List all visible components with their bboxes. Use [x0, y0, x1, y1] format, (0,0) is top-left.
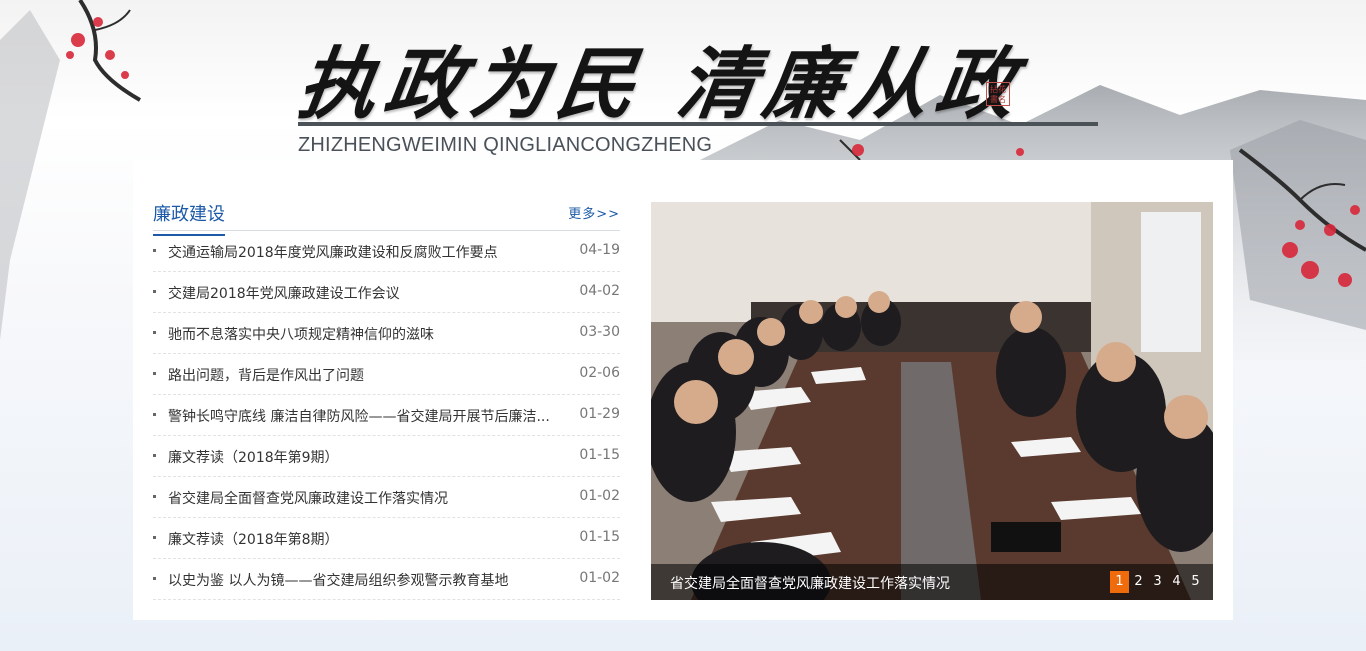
news-item-date: 01-15: [579, 447, 620, 463]
photo-slider[interactable]: 省交建局全面督查党风廉政建设工作落实情况 1 2 3 4 5: [651, 202, 1213, 600]
news-item-title[interactable]: 廉文荐读（2018年第9期）: [168, 447, 558, 467]
more-link[interactable]: 更多>>: [568, 203, 620, 222]
bullet-icon: [153, 372, 156, 375]
news-item-date: 04-02: [579, 283, 620, 299]
slider-caption[interactable]: 省交建局全面督查党风廉政建设工作落实情况: [670, 573, 950, 593]
news-header: 廉政建设 更多>>: [153, 188, 620, 236]
list-item[interactable]: 警钟长鸣守底线 廉洁自律防风险——省交建局开展节后廉洁... 01-29: [153, 395, 620, 436]
news-item-date: 01-15: [579, 529, 620, 545]
header-divider: [298, 122, 1098, 126]
list-item[interactable]: 路出问题，背后是作风出了问题 02-06: [153, 354, 620, 395]
slogan-pinyin: ZHIZHENGWEIMIN QINGLIANCONGZHENG: [298, 134, 713, 156]
news-item-title[interactable]: 廉文荐读（2018年第8期）: [168, 529, 558, 549]
news-item-title[interactable]: 交建局2018年党风廉政建设工作会议: [168, 283, 558, 303]
slider-page-1[interactable]: 1: [1110, 571, 1129, 593]
bullet-icon: [153, 454, 156, 457]
seal-stamp: 拈花書名: [986, 82, 1010, 106]
list-item[interactable]: 驰而不息落实中央八项规定精神信仰的滋味 03-30: [153, 313, 620, 354]
slogan-calligraphy: 执政为民 清廉从政: [292, 39, 1029, 130]
slider-page-4[interactable]: 4: [1167, 571, 1186, 593]
bullet-icon: [153, 577, 156, 580]
list-item[interactable]: 廉文荐读（2018年第8期） 01-15: [153, 518, 620, 559]
slider-caption-bar: 省交建局全面督查党风廉政建设工作落实情况 1 2 3 4 5: [651, 564, 1213, 600]
slider-page-5[interactable]: 5: [1186, 571, 1205, 593]
slider-pager: 1 2 3 4 5: [1110, 571, 1205, 593]
news-item-date: 01-02: [579, 570, 620, 586]
list-item[interactable]: 廉文荐读（2018年第9期） 01-15: [153, 436, 620, 477]
slider-page-2[interactable]: 2: [1129, 571, 1148, 593]
bullet-icon: [153, 413, 156, 416]
news-item-title[interactable]: 省交建局全面督查党风廉政建设工作落实情况: [168, 488, 558, 508]
slider-page-3[interactable]: 3: [1148, 571, 1167, 593]
bullet-icon: [153, 536, 156, 539]
news-item-date: 04-19: [579, 242, 620, 258]
news-item-date: 01-02: [579, 488, 620, 504]
news-list: 交通运输局2018年度党风廉政建设和反腐败工作要点 04-19 交建局2018年党…: [153, 231, 620, 600]
meeting-photo: [651, 202, 1213, 600]
list-item[interactable]: 交通运输局2018年度党风廉政建设和反腐败工作要点 04-19: [153, 231, 620, 272]
news-item-title[interactable]: 路出问题，背后是作风出了问题: [168, 365, 558, 385]
bullet-icon: [153, 249, 156, 252]
news-item-date: 01-29: [579, 406, 620, 422]
news-section: 廉政建设 更多>> 交通运输局2018年度党风廉政建设和反腐败工作要点 04-19…: [153, 188, 620, 600]
list-item[interactable]: 交建局2018年党风廉政建设工作会议 04-02: [153, 272, 620, 313]
news-item-title[interactable]: 以史为鉴 以人为镜——省交建局组织参观警示教育基地: [168, 570, 558, 590]
bullet-icon: [153, 495, 156, 498]
list-item[interactable]: 省交建局全面督查党风廉政建设工作落实情况 01-02: [153, 477, 620, 518]
news-item-title[interactable]: 驰而不息落实中央八项规定精神信仰的滋味: [168, 324, 558, 344]
content-panel: 廉政建设 更多>> 交通运输局2018年度党风廉政建设和反腐败工作要点 04-19…: [133, 160, 1233, 620]
news-item-title[interactable]: 警钟长鸣守底线 廉洁自律防风险——省交建局开展节后廉洁...: [168, 406, 558, 426]
list-item[interactable]: 以史为鉴 以人为镜——省交建局组织参观警示教育基地 01-02: [153, 559, 620, 600]
bullet-icon: [153, 290, 156, 293]
site-header: 执政为民 清廉从政 拈花書名 ZHIZHENGWEIMIN QINGLIANCO…: [0, 0, 1366, 160]
news-item-date: 02-06: [579, 365, 620, 381]
bullet-icon: [153, 331, 156, 334]
news-item-date: 03-30: [579, 324, 620, 340]
news-item-title[interactable]: 交通运输局2018年度党风廉政建设和反腐败工作要点: [168, 242, 558, 262]
